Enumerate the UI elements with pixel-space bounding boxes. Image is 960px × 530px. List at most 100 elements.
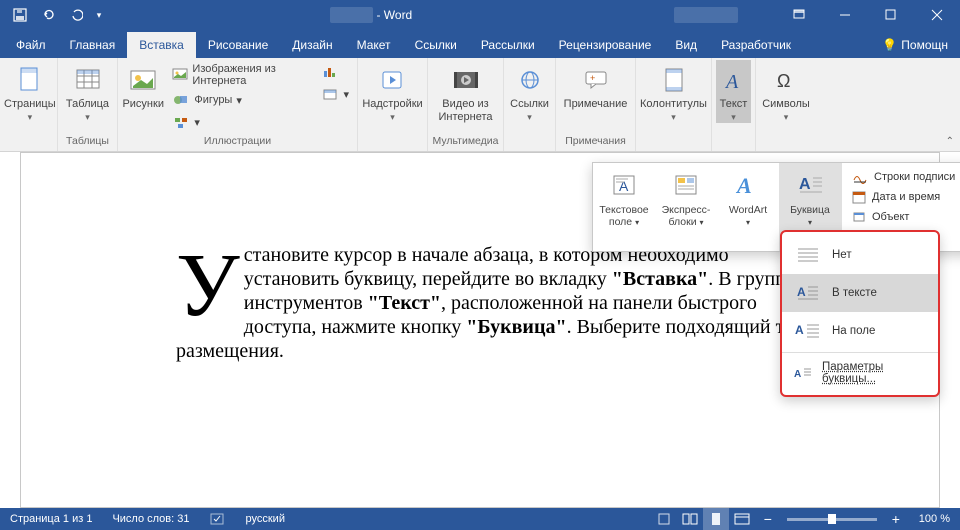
addins-icon: [377, 64, 409, 96]
dropcap-in-margin[interactable]: A На поле: [782, 312, 938, 350]
dropcap-letter: У: [176, 243, 244, 321]
page-icon: [14, 64, 46, 96]
shapes-icon: [172, 91, 190, 109]
print-layout-button[interactable]: [703, 508, 729, 530]
video-icon: [450, 64, 482, 96]
titlebar: ▾ - Word: [0, 0, 960, 30]
ribbon-options-button[interactable]: [776, 0, 822, 30]
paragraph: Установите курсор в начале абзаца, в кот…: [176, 243, 809, 363]
zoom-out-button[interactable]: −: [755, 508, 781, 530]
tab-file[interactable]: Файл: [4, 32, 58, 58]
svg-text:A: A: [799, 176, 811, 193]
svg-text:A: A: [794, 369, 801, 380]
pictures-icon: [127, 64, 159, 96]
dropcap-options-icon: A: [794, 362, 812, 384]
smartart-button[interactable]: ▾: [168, 112, 307, 132]
window-title: - Word: [106, 8, 636, 22]
table-button[interactable]: Таблица▾: [62, 60, 113, 123]
header-footer-button[interactable]: Колонтитулы▾: [640, 60, 707, 123]
spellcheck-button[interactable]: [200, 512, 236, 526]
wordart-button[interactable]: A WordArt▾: [717, 163, 779, 251]
tab-insert[interactable]: Вставка: [127, 32, 196, 58]
tab-view[interactable]: Вид: [663, 32, 709, 58]
dropcap-none-icon: [794, 244, 822, 266]
track-changes-icon[interactable]: [651, 508, 677, 530]
undo-button[interactable]: [36, 3, 60, 27]
online-video-button[interactable]: Видео из Интернета: [432, 60, 499, 123]
links-button[interactable]: Ссылки▾: [508, 60, 551, 123]
dropcap-none[interactable]: Нет: [782, 236, 938, 274]
svg-text:A: A: [795, 323, 804, 337]
dropcap-intext-icon: A: [794, 282, 822, 304]
minimize-button[interactable]: [822, 0, 868, 30]
close-button[interactable]: [914, 0, 960, 30]
tab-home[interactable]: Главная: [58, 32, 128, 58]
statusbar: Страница 1 из 1 Число слов: 31 русский −…: [0, 508, 960, 530]
web-layout-button[interactable]: [729, 508, 755, 530]
object-icon: [852, 210, 866, 224]
save-button[interactable]: [8, 3, 32, 27]
quick-access-toolbar: ▾: [0, 3, 106, 27]
quickparts-button[interactable]: Экспресс-блоки ▾: [655, 163, 717, 251]
screenshot-icon: [321, 85, 339, 103]
tab-layout[interactable]: Макет: [345, 32, 403, 58]
chart-icon: [321, 63, 339, 81]
qat-customize-button[interactable]: ▾: [92, 3, 106, 27]
svg-text:+: +: [590, 73, 595, 83]
dropcap-in-text[interactable]: A В тексте: [782, 274, 938, 312]
addins-button[interactable]: Надстройки▾: [362, 60, 423, 123]
dropcap-options[interactable]: A Параметры буквицы...: [782, 355, 938, 391]
tab-review[interactable]: Рецензирование: [547, 32, 664, 58]
textbox-icon: A: [606, 167, 642, 203]
signature-line-button[interactable]: Строки подписи ▾: [842, 167, 960, 187]
dropcap-margin-icon: A: [794, 320, 822, 342]
quickparts-icon: [668, 167, 704, 203]
wordart-icon: A: [730, 167, 766, 203]
read-mode-button[interactable]: [677, 508, 703, 530]
omega-icon: Ω: [770, 64, 802, 96]
table-icon: [72, 64, 104, 96]
tab-design[interactable]: Дизайн: [280, 32, 344, 58]
tab-developer[interactable]: Разработчик: [709, 32, 803, 58]
lightbulb-icon: 💡: [882, 38, 897, 52]
textbox-button[interactable]: A Текстовое поле ▾: [593, 163, 655, 251]
language-status[interactable]: русский: [236, 513, 295, 525]
zoom-in-button[interactable]: +: [883, 508, 909, 530]
ribbon: Страницы▾ Таблица▾ Таблицы Рисунки Изобр…: [0, 58, 960, 152]
signature-icon: [852, 170, 868, 184]
chart-button[interactable]: [317, 62, 353, 82]
symbols-button[interactable]: Ω Символы▾: [760, 60, 812, 123]
shapes-button[interactable]: Фигуры ▾: [168, 90, 307, 110]
online-pictures-icon: [172, 66, 188, 84]
zoom-level[interactable]: 100 %: [909, 513, 960, 525]
comment-button[interactable]: + Примечание: [560, 60, 631, 111]
dropcap-icon: A: [792, 167, 828, 203]
tab-mailings[interactable]: Рассылки: [469, 32, 547, 58]
comment-icon: +: [580, 64, 612, 96]
maximize-button[interactable]: [868, 0, 914, 30]
svg-text:A: A: [619, 178, 629, 194]
svg-text:Ω: Ω: [777, 71, 790, 91]
svg-text:A: A: [797, 285, 806, 299]
datetime-button[interactable]: Дата и время: [842, 187, 960, 207]
pages-button[interactable]: Страницы▾: [4, 60, 56, 123]
smartart-icon: [172, 113, 190, 131]
tab-draw[interactable]: Рисование: [196, 32, 280, 58]
ribbon-tabs: Файл Главная Вставка Рисование Дизайн Ма…: [0, 30, 960, 58]
collapse-ribbon-button[interactable]: ⌃: [946, 136, 954, 147]
tab-references[interactable]: Ссылки: [403, 32, 469, 58]
text-icon: A: [718, 64, 750, 96]
link-icon: [514, 64, 546, 96]
calendar-icon: [852, 190, 866, 204]
online-pictures-button[interactable]: Изображения из Интернета: [168, 62, 307, 88]
object-button[interactable]: Объект ▾: [842, 207, 960, 227]
pictures-button[interactable]: Рисунки: [122, 60, 164, 111]
text-group-button[interactable]: A Текст▾: [716, 60, 751, 123]
word-count[interactable]: Число слов: 31: [102, 513, 199, 525]
screenshot-button[interactable]: ▾: [317, 84, 353, 104]
svg-text:A: A: [724, 71, 739, 92]
redo-button[interactable]: [64, 3, 88, 27]
tell-me-input[interactable]: 💡 Помощн: [870, 32, 960, 58]
zoom-slider[interactable]: [787, 518, 877, 521]
page-status[interactable]: Страница 1 из 1: [0, 513, 102, 525]
